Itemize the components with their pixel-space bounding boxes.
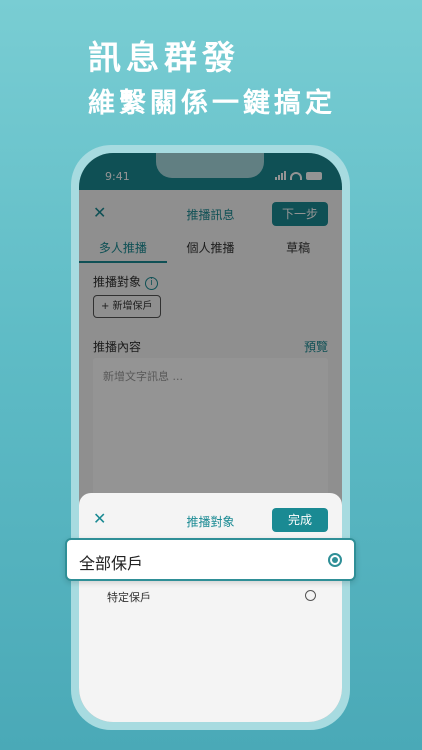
signal-icon [275, 171, 286, 180]
target-section-label: 推播對象 i [93, 273, 159, 290]
status-icons [275, 171, 322, 180]
target-bottom-sheet: ✕ 推播對象 完成 特定保戶 [79, 493, 342, 722]
info-icon[interactable]: i [145, 277, 159, 290]
status-time: 9:41 [105, 170, 130, 183]
done-button[interactable]: 完成 [272, 508, 328, 532]
option-all-clients[interactable]: 全部保戶 [65, 538, 356, 581]
headline-subtitle: 維繫關係一鍵搞定 [88, 88, 336, 119]
status-bar: 9:41 [79, 153, 342, 190]
preview-link[interactable]: 預覽 [304, 338, 328, 355]
message-input[interactable]: 新增文字訊息 ... [93, 358, 328, 508]
headline-title: 訊息群發 [88, 38, 240, 77]
option-all-clients-label: 全部保戶 [79, 554, 144, 573]
tab-group-push[interactable]: 多人推播 [79, 239, 167, 263]
radio-selected-icon[interactable] [328, 553, 342, 567]
battery-icon [306, 172, 322, 180]
target-label: 推播對象 [93, 275, 142, 289]
nav-bar: ✕ 推播訊息 下一步 [79, 190, 342, 240]
tab-drafts[interactable]: 草稿 [254, 239, 342, 263]
wifi-icon [290, 172, 302, 180]
content-label: 推播內容 [93, 340, 142, 354]
phone-screen: 9:41 ✕ 推播訊息 下一步 多人推播 個人推播 草稿 推播對象 i + 新增保… [79, 153, 342, 722]
phone-frame: 9:41 ✕ 推播訊息 下一步 多人推播 個人推播 草稿 推播對象 i + 新增保… [71, 145, 350, 730]
next-step-button[interactable]: 下一步 [272, 202, 328, 226]
headline: 訊息群發 維繫關係一鍵搞定 [88, 36, 336, 124]
tab-bar: 多人推播 個人推播 草稿 [79, 239, 342, 263]
tab-individual-push[interactable]: 個人推播 [167, 239, 255, 263]
add-client-button[interactable]: + 新增保戶 [93, 295, 161, 318]
option-specific-clients[interactable]: 特定保戶 [107, 589, 151, 605]
phone-notch [156, 153, 264, 178]
radio-unselected-icon[interactable] [305, 590, 316, 601]
